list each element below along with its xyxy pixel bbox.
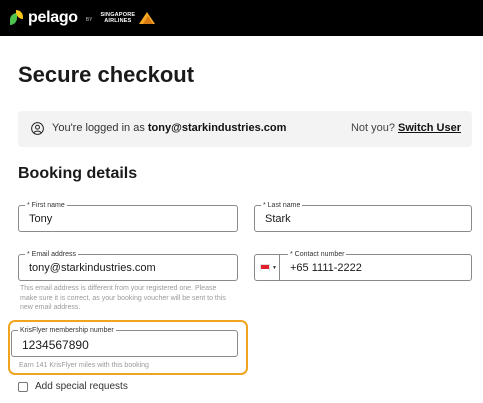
switch-user-link[interactable]: Switch User xyxy=(398,122,461,134)
login-prefix: You're logged in as xyxy=(52,122,148,134)
top-header: pelago BY SINGAPORE AIRLINES xyxy=(0,0,483,36)
pelago-logo-icon xyxy=(10,10,24,26)
country-code-select[interactable]: ▼ xyxy=(255,255,280,280)
logged-in-banner: You're logged in as tony@starkindustries… xyxy=(18,111,472,147)
singapore-flag-icon xyxy=(260,264,270,272)
contact-number-label: * Contact number xyxy=(288,250,347,259)
last-name-field[interactable]: * Last name Stark xyxy=(254,201,472,232)
chevron-down-icon: ▼ xyxy=(272,265,277,271)
last-name-value[interactable]: Stark xyxy=(265,213,291,225)
krisflyer-number-field[interactable]: KrisFlyer membership number 1234567890 xyxy=(11,326,238,357)
special-requests-option[interactable]: Add special requests xyxy=(18,381,128,392)
last-name-label: * Last name xyxy=(261,201,303,210)
booking-details-title: Booking details xyxy=(18,165,138,182)
page-title: Secure checkout xyxy=(18,62,195,87)
partner-line2: AIRLINES xyxy=(104,18,132,24)
not-you-label: Not you? xyxy=(350,122,399,134)
pelago-logo[interactable]: pelago BY SINGAPORE AIRLINES xyxy=(10,10,156,26)
login-email: tony@starkindustries.com xyxy=(147,122,287,134)
first-name-field[interactable]: * First name Tony xyxy=(18,201,238,232)
email-value[interactable]: tony@starkindustries.com xyxy=(29,262,156,274)
not-you: Not you? Switch User xyxy=(351,122,461,134)
sia-bird-icon xyxy=(139,12,156,24)
user-icon xyxy=(31,122,44,135)
special-requests-checkbox[interactable] xyxy=(18,381,28,392)
email-helper-text: This email address is different from you… xyxy=(20,285,226,311)
singapore-airlines-logo: SINGAPORE AIRLINES xyxy=(100,11,156,25)
login-status: You're logged in as tony@starkindustries… xyxy=(52,122,286,134)
contact-number-field[interactable]: ▼ * Contact number +65 1111-2222 xyxy=(254,250,472,281)
contact-number-value[interactable]: +65 1111-2222 xyxy=(290,262,362,274)
brand-name: pelago xyxy=(28,9,78,26)
krisflyer-value[interactable]: 1234567890 xyxy=(22,338,89,352)
special-requests-label[interactable]: Add special requests xyxy=(35,381,128,392)
krisflyer-helper-text: Earn 141 KrisFlyer miles with this booki… xyxy=(19,362,149,369)
email-label: * Email address xyxy=(25,250,79,259)
email-field[interactable]: * Email address tony@starkindustries.com xyxy=(18,250,238,281)
by-label: BY xyxy=(85,16,93,23)
krisflyer-label: KrisFlyer membership number xyxy=(18,326,116,335)
first-name-label: * First name xyxy=(25,201,67,210)
first-name-value[interactable]: Tony xyxy=(29,213,52,225)
